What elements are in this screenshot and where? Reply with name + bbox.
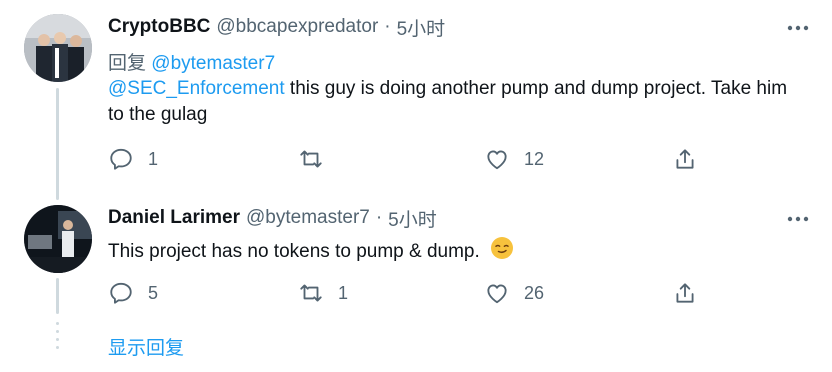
- thread-line: [56, 278, 59, 314]
- avatar-photo-group: [24, 14, 92, 82]
- share-button[interactable]: [672, 144, 698, 174]
- like-button[interactable]: 26: [484, 278, 544, 308]
- timestamp[interactable]: 5小时: [388, 205, 437, 232]
- replying-to: 回复 @bytemaster7: [108, 48, 275, 75]
- like-button[interactable]: 12: [484, 144, 544, 174]
- reply-count: 5: [148, 282, 159, 303]
- retweet-button[interactable]: 1: [298, 278, 348, 308]
- separator: ·: [384, 16, 391, 37]
- thread-dot: [56, 322, 59, 325]
- retweet-icon: [300, 284, 322, 302]
- show-replies-link[interactable]: 显示回复: [108, 333, 184, 360]
- more-dots-icon: [787, 216, 809, 222]
- reply-count: 1: [148, 148, 159, 169]
- thread-dot: [56, 346, 59, 349]
- tweet-text-content: This project has no tokens to pump & dum…: [108, 241, 480, 263]
- more-options-button[interactable]: [786, 207, 810, 231]
- heart-icon: [487, 284, 507, 304]
- like-count: 26: [524, 282, 545, 303]
- share-button[interactable]: [672, 278, 698, 308]
- thread-dot: [56, 338, 59, 341]
- author-name[interactable]: CryptoBBC: [108, 16, 210, 38]
- share-icon: [676, 283, 694, 303]
- author-handle[interactable]: @bytemaster7: [246, 207, 370, 229]
- timestamp[interactable]: 5小时: [397, 14, 446, 41]
- mention-link[interactable]: @SEC_Enforcement: [108, 78, 285, 99]
- tweet-header: Daniel Larimer @bytemaster7 · 5小时: [108, 205, 437, 231]
- reply-button[interactable]: 5: [108, 278, 158, 308]
- avatar-cryptobbc[interactable]: [24, 14, 92, 82]
- thread-line: [56, 88, 59, 200]
- avatar-daniel-larimer[interactable]: [24, 205, 92, 273]
- heart-icon: [487, 150, 507, 170]
- separator: ·: [375, 207, 383, 228]
- avatar-photo-speaker: [24, 205, 92, 273]
- retweet-icon: [300, 150, 322, 168]
- smirking-face-emoji: [490, 236, 514, 268]
- more-dots-icon: [787, 25, 809, 31]
- replying-label: 回复: [108, 53, 147, 74]
- author-name[interactable]: Daniel Larimer: [108, 207, 240, 229]
- share-icon: [676, 149, 694, 169]
- author-handle[interactable]: @bbcapexpredator: [216, 16, 378, 38]
- like-count: 12: [524, 148, 545, 169]
- tweet-text: @SEC_Enforcement this guy is doing anoth…: [108, 76, 808, 128]
- tweet-text: This project has no tokens to pump & dum…: [108, 236, 808, 268]
- thread-dot: [56, 330, 59, 333]
- reply-button[interactable]: 1: [108, 144, 158, 174]
- more-options-button[interactable]: [786, 16, 810, 40]
- tweet-header: CryptoBBC @bbcapexpredator · 5小时: [108, 14, 445, 40]
- replying-to-handle[interactable]: @bytemaster7: [151, 53, 275, 74]
- retweet-count: 1: [338, 282, 349, 303]
- retweet-button[interactable]: [298, 144, 338, 174]
- reply-icon: [110, 282, 132, 304]
- reply-icon: [110, 148, 132, 170]
